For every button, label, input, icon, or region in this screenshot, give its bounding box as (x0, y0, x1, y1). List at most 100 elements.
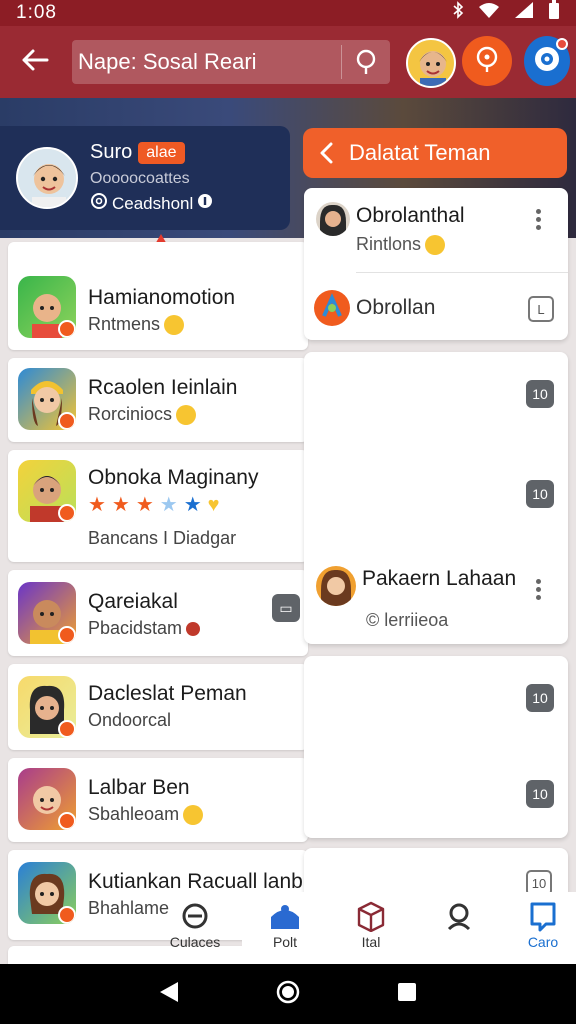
smiley-icon (164, 315, 185, 336)
smiley-icon (176, 405, 197, 426)
back-button[interactable] (0, 26, 70, 98)
contact-status: Ondoorcal (88, 710, 172, 730)
profile-card[interactable]: Suro alae Ooooocoattes Ceadshonl (0, 126, 290, 230)
drawer-item-sub: lerriieoa (384, 610, 449, 630)
signal-icon (514, 1, 534, 25)
contact-name: Qareiakal (88, 590, 178, 613)
profile-meta: Ceadshonl (112, 193, 194, 213)
profile-name: Suro (90, 141, 133, 163)
contact-name: Obnoka Maginany (88, 466, 259, 489)
tag-button[interactable]: 10 (526, 780, 554, 808)
drawer-card: Obrolanthal Rintlons Obrollan L (304, 188, 568, 340)
system-navigation-bar (0, 964, 576, 1024)
message-icon (508, 898, 576, 934)
drawer-item-sub: Rintlons (356, 234, 422, 254)
home-icon (250, 898, 320, 934)
drawer-item-title[interactable]: Obrollan (356, 296, 435, 320)
contact-status: Sbahleoam (88, 804, 180, 824)
info-icon (197, 193, 213, 214)
contact-status: Rorciniocs (88, 404, 173, 424)
battery-icon (548, 0, 560, 26)
tag-button[interactable]: 10 (526, 380, 554, 408)
nav-item-caro[interactable]: Caro (508, 898, 576, 950)
contact-status: Rntmens (88, 314, 161, 334)
contact-status: Pbacidstam (88, 618, 183, 638)
tag-button[interactable]: 10 (526, 684, 554, 712)
divider (356, 272, 568, 273)
lock-button[interactable]: L (528, 296, 554, 322)
contact-avatar (316, 566, 356, 606)
contact-avatar (18, 768, 76, 830)
tag-button[interactable]: 10 (526, 480, 554, 508)
contact-avatar (316, 202, 350, 236)
wifi-icon (478, 2, 500, 24)
status-time: 1:08 (16, 2, 57, 23)
contact-avatar (18, 460, 76, 522)
bottom-navigation: Culaces Polt Ital Caro (0, 892, 576, 964)
more-vert-icon[interactable] (536, 206, 542, 233)
list-item[interactable]: Obnoka Maginany ★★★★★♥ Bancans I Diadgar (8, 450, 308, 562)
user-avatar[interactable] (406, 38, 456, 88)
nav-item-polt[interactable]: Polt (250, 898, 320, 950)
contact-name: Kutiankan Racuall lanb (88, 870, 303, 893)
app-logo-icon (314, 290, 350, 326)
chat-icon (160, 898, 230, 934)
system-home-button[interactable] (275, 979, 301, 1010)
app-bar: Nape: Sosal Reari (0, 26, 576, 98)
person-icon (424, 898, 494, 934)
arrow-left-icon (21, 48, 49, 77)
location-pin-icon[interactable] (342, 49, 390, 75)
status-bar: 1:08 (0, 0, 576, 26)
profile-tag: alae (138, 141, 185, 164)
list-item[interactable]: Lalbar Ben Sbahleoam (8, 758, 308, 842)
nav-item-profile[interactable] (424, 898, 494, 934)
list-item[interactable]: Hamianomotion Rntmens (8, 242, 308, 350)
more-vert-icon[interactable] (536, 576, 542, 603)
app-badge-icon (58, 504, 76, 522)
archive-button[interactable]: ▭ (272, 594, 300, 622)
copyright-icon: © (366, 610, 380, 630)
contact-avatar (18, 676, 76, 738)
heart-icon (186, 622, 201, 637)
list-item[interactable]: Rcaolen Ieinlain Rorciniocs (8, 358, 308, 442)
app-badge-icon (58, 812, 76, 830)
search-field[interactable]: Nape: Sosal Reari (72, 40, 390, 84)
app-title: Nape: Sosal Reari (78, 49, 257, 74)
chevron-left-icon[interactable] (303, 142, 349, 164)
drawer-item-title[interactable]: Pakaern Lahaan (362, 568, 516, 589)
contact-avatar (18, 276, 76, 338)
profile-subtitle: Ooooocoattes (90, 170, 190, 187)
contact-name: Hamianomotion (88, 286, 236, 309)
nav-item-culaces[interactable]: Culaces (160, 898, 230, 950)
app-badge-icon (58, 320, 76, 338)
contact-name: Rcaolen Ieinlain (88, 376, 238, 399)
system-recents-button[interactable] (396, 981, 418, 1008)
smiley-icon (425, 235, 446, 256)
contact-avatar (18, 582, 76, 644)
archive-icon: ▭ (279, 599, 293, 616)
bell-icon (473, 45, 501, 78)
at-icon (90, 192, 108, 215)
contact-status: Bancans I Diadgar (88, 528, 237, 548)
drawer-title: Dalatat Teman (349, 140, 491, 165)
profile-avatar (16, 147, 78, 209)
list-item[interactable]: Dacleslat Peman Ondoorcal (8, 664, 308, 750)
drawer-header[interactable]: Dalatat Teman (303, 128, 567, 178)
app-badge-icon (58, 720, 76, 738)
list-item[interactable]: Qareiakal Pbacidstam ▭ (8, 570, 308, 656)
chat-bot-button[interactable] (524, 36, 570, 86)
drawer-card: 10 10 (304, 656, 568, 838)
app-badge-icon (58, 626, 76, 644)
system-back-button[interactable] (158, 980, 180, 1009)
drawer-card: 10 10 Pakaern Lahaan © lerriieoa (304, 352, 568, 644)
bluetooth-icon (452, 1, 464, 25)
contact-name: Dacleslat Peman (88, 682, 247, 705)
contact-name: Lalbar Ben (88, 776, 190, 799)
smiley-icon (183, 805, 204, 826)
drawer-item-title[interactable]: Obrolanthal (356, 204, 465, 228)
rating-stars: ★★★★★♥ (88, 494, 226, 516)
contact-avatar (18, 368, 76, 430)
notification-button[interactable] (462, 36, 512, 86)
nav-item-ital[interactable]: Ital (336, 898, 406, 950)
box-icon (336, 898, 406, 934)
